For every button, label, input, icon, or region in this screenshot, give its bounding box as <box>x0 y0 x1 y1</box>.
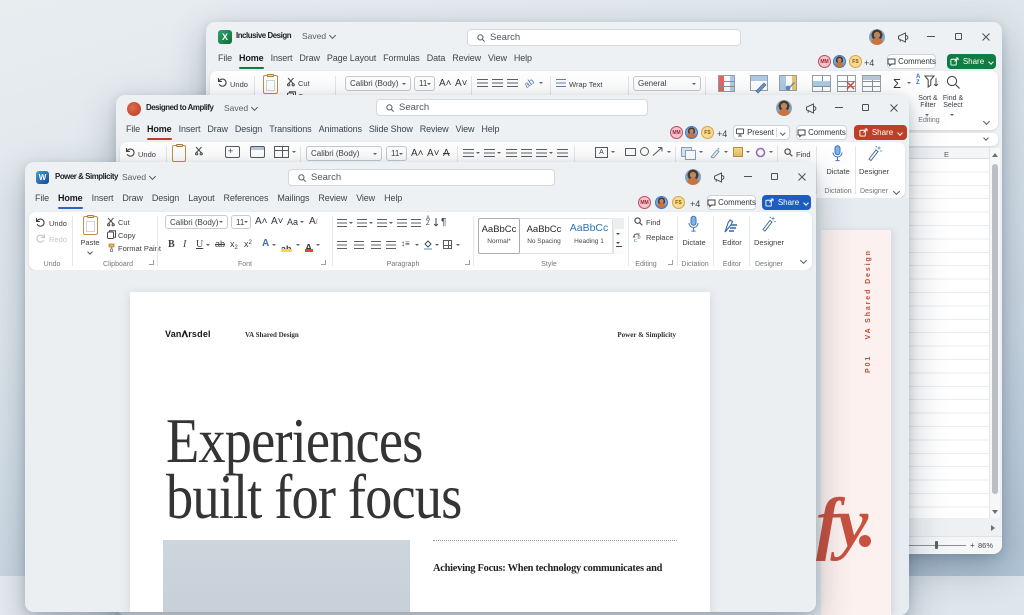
svg-text:b: b <box>638 235 641 241</box>
svg-text:c: c <box>634 238 637 244</box>
